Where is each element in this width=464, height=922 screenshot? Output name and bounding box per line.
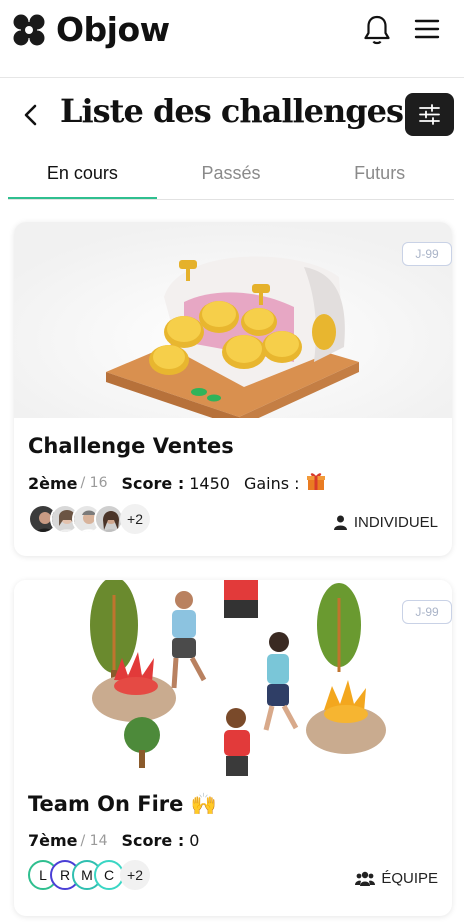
days-remaining-badge: J-99: [402, 600, 452, 624]
tab-passes[interactable]: Passés: [157, 150, 306, 199]
challenge-title: Challenge Ventes: [28, 434, 234, 458]
challenge-stats: 7ème / 14 Score : 0: [28, 831, 199, 850]
more-teams-count[interactable]: +2: [120, 860, 150, 890]
challenge-tabs: En cours Passés Futurs: [8, 150, 454, 200]
challenge-type: ÉQUIPE: [355, 870, 438, 887]
runners-illustration-image: J-99: [14, 580, 452, 776]
score-label: Score :: [121, 831, 185, 850]
rank-value: 2ème: [28, 473, 78, 493]
gift-icon: [306, 471, 326, 491]
score-value: 1450: [189, 473, 230, 493]
rank-total: / 14: [80, 832, 108, 849]
rank-total: / 16: [80, 475, 108, 491]
teams-avatars[interactable]: L R M C +2: [28, 859, 150, 891]
app-name: Objow: [56, 10, 170, 49]
challenge-stats: 2ème / 16 Score : 1450 Gains :: [28, 473, 326, 493]
hamburger-menu-icon[interactable]: [414, 18, 440, 40]
more-participants-count[interactable]: +2: [120, 504, 150, 534]
gains-label: Gains :: [243, 473, 300, 493]
tab-en-cours[interactable]: En cours: [8, 150, 157, 199]
days-remaining-badge: J-99: [402, 242, 452, 266]
participants-avatars[interactable]: +2: [28, 503, 150, 535]
challenge-card[interactable]: J-99 Challenge Ventes 2ème / 16 Score : …: [14, 222, 452, 556]
app-logo[interactable]: Objow: [12, 10, 170, 49]
team-icon: [355, 871, 376, 886]
challenge-card[interactable]: J-99 Team On Fire 🙌 7ème / 14 Score : 0 …: [14, 580, 452, 916]
logo-icon: [12, 13, 46, 47]
person-icon: [333, 515, 347, 530]
treasure-chest-image: J-99: [14, 222, 452, 427]
back-chevron-icon[interactable]: [20, 102, 42, 128]
score-label: Score :: [121, 473, 185, 493]
top-bar: Objow: [0, 0, 464, 78]
challenge-title: Team On Fire 🙌: [28, 792, 217, 816]
filter-button[interactable]: [405, 93, 454, 136]
rank-value: 7ème: [28, 831, 78, 850]
notifications-bell-icon[interactable]: [362, 14, 392, 46]
tab-futurs[interactable]: Futurs: [305, 150, 454, 199]
page-title: Liste des challenges: [60, 92, 404, 130]
score-value: 0: [189, 831, 200, 850]
challenge-type-label: ÉQUIPE: [381, 870, 438, 887]
sliders-icon: [419, 104, 440, 125]
challenge-type-label: INDIVIDUEL: [353, 514, 438, 531]
challenge-type: INDIVIDUEL: [333, 514, 438, 531]
